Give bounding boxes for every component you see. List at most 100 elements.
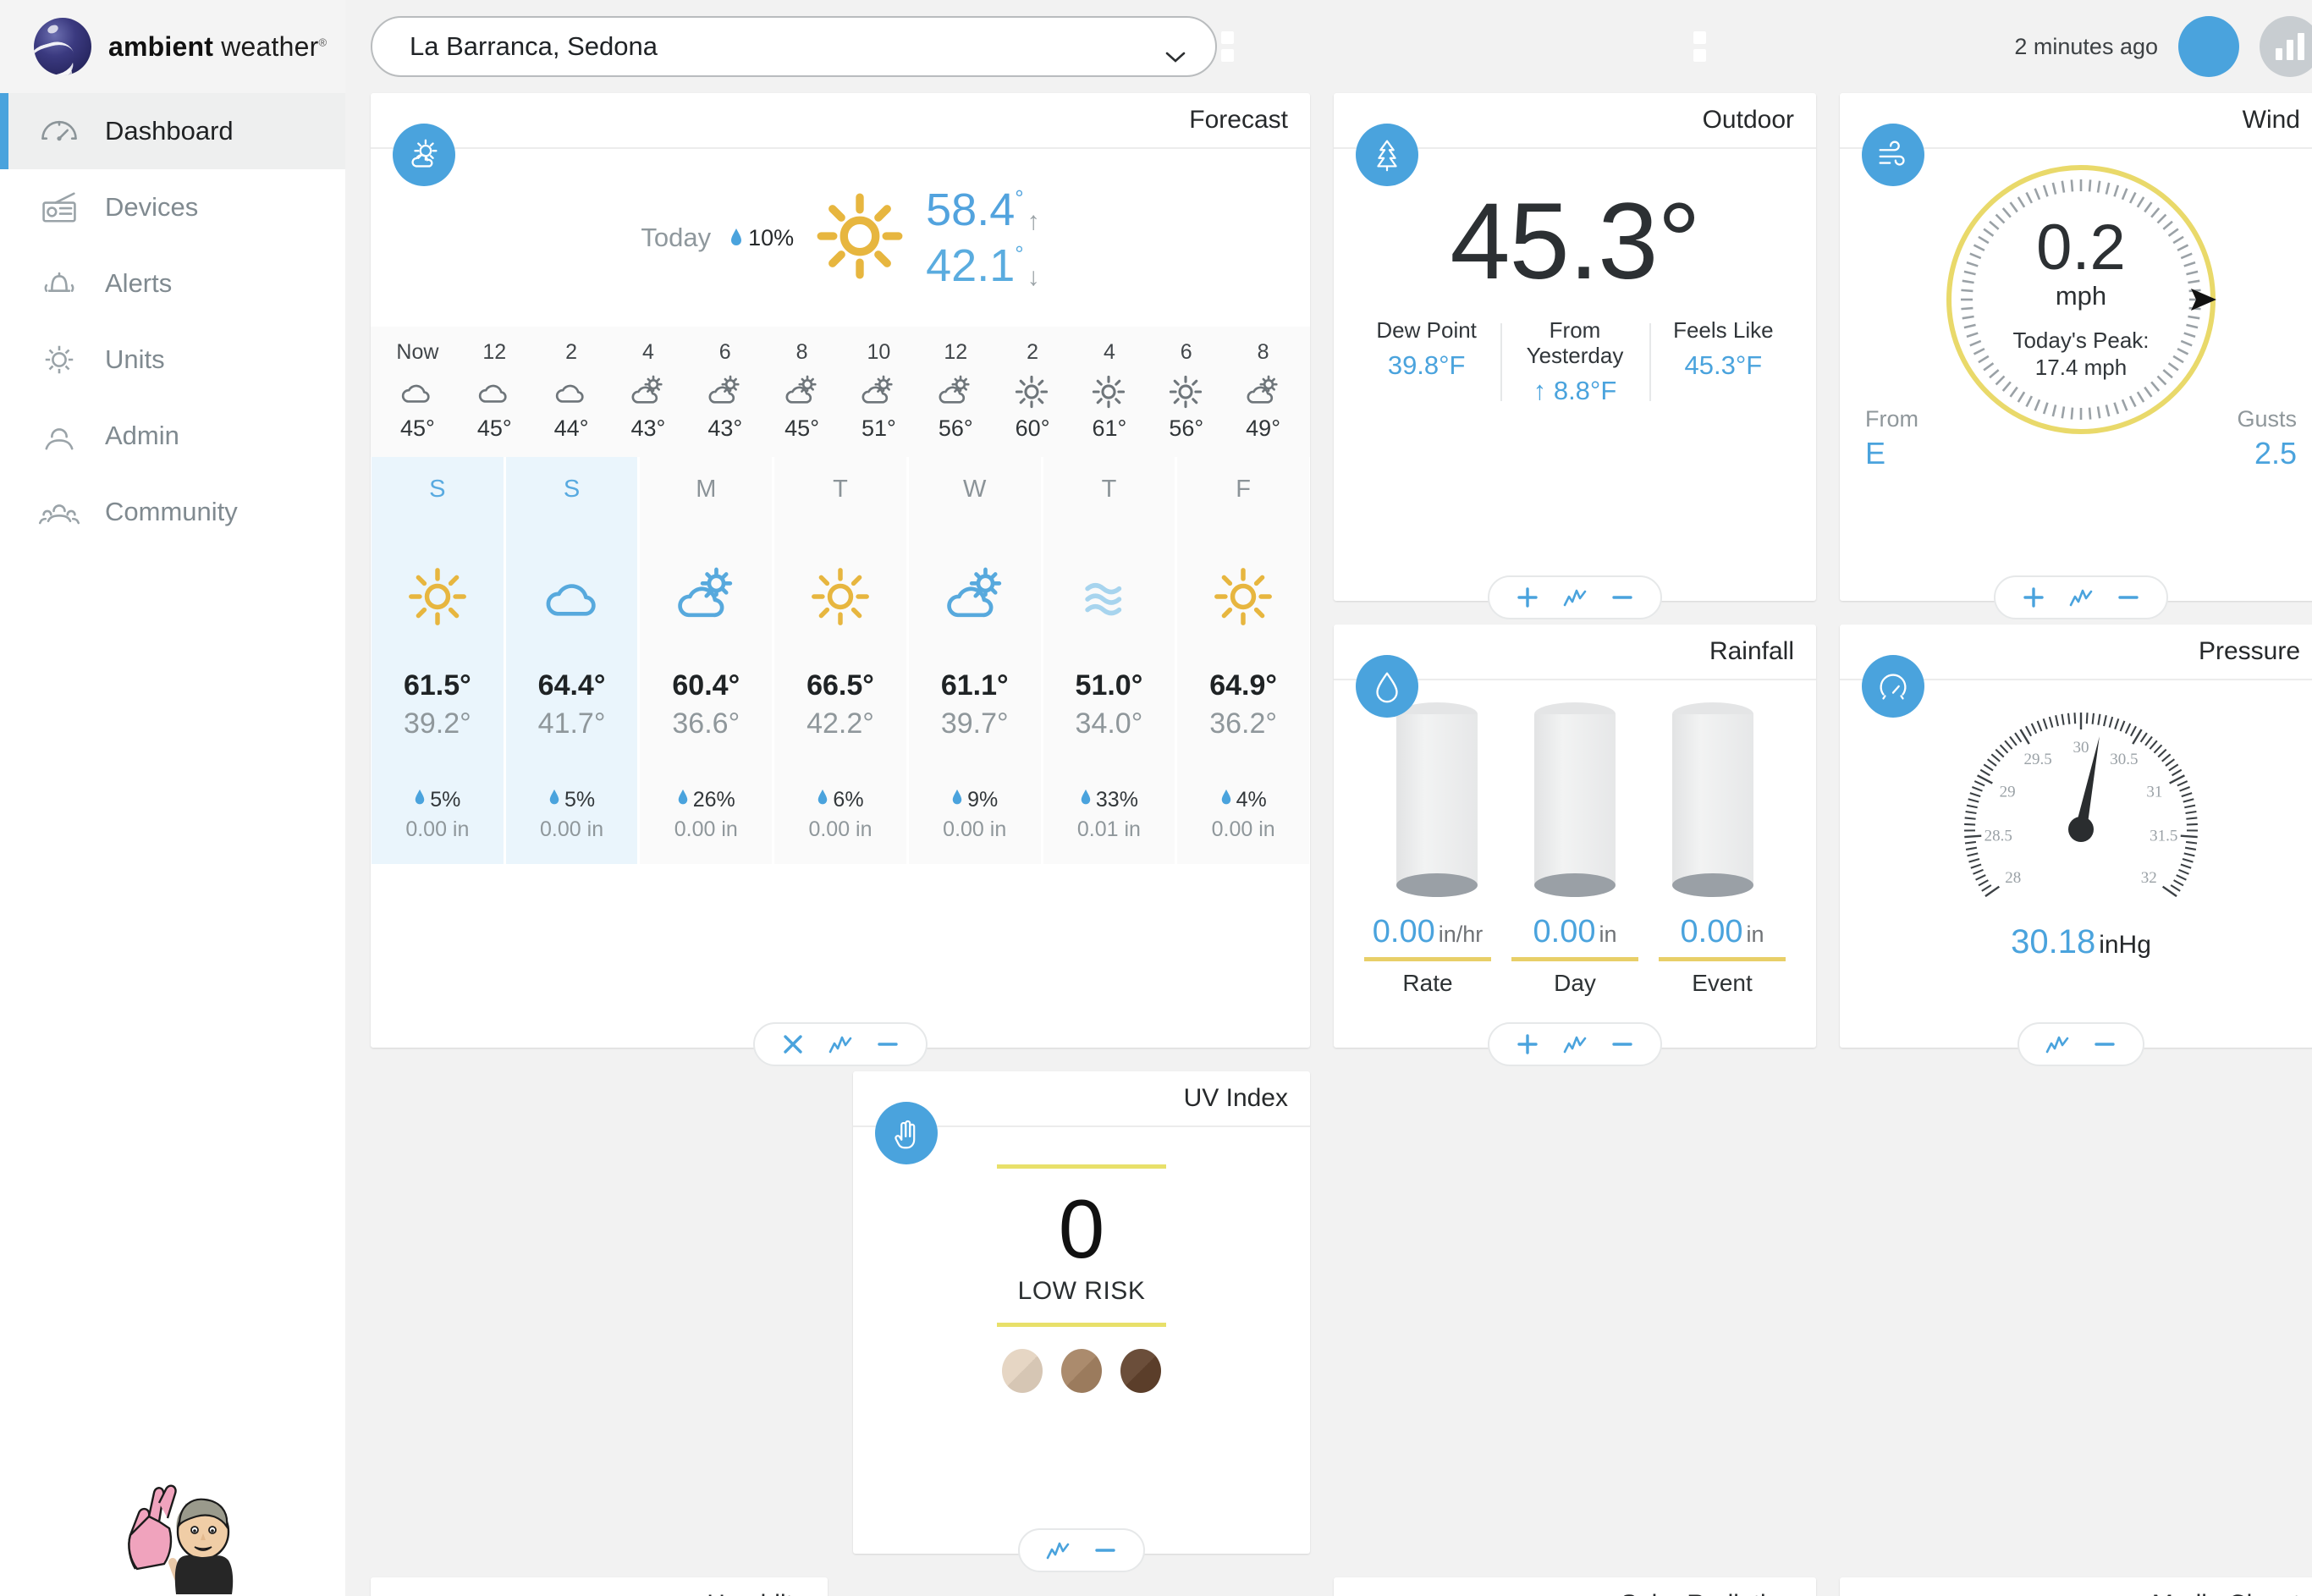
- bell-icon: [37, 261, 81, 305]
- daily-forecast-item[interactable]: S 61.5° 39.2° 5% 0.00 in: [372, 457, 504, 864]
- daily-forecast-item[interactable]: T 51.0° 34.0° 33% 0.01 in: [1043, 457, 1175, 864]
- rainfall-label: Day: [1554, 970, 1596, 996]
- forecast-today-summary: Today 10% 58.4 ° ↑ 42.1 ° ↓: [371, 149, 1310, 327]
- weather-cloud-icon: [539, 563, 605, 630]
- gauge-icon: [37, 109, 81, 153]
- daily-low: 42.2°: [806, 707, 874, 740]
- daily-day-letter: T: [833, 476, 848, 503]
- svg-text:31: 31: [2146, 784, 2162, 801]
- close-icon[interactable]: [780, 1032, 806, 1057]
- rainfall-rate: 0.00 in/hr Rate: [1354, 914, 1501, 997]
- uv-index-card-controls: [1018, 1528, 1145, 1572]
- location-select[interactable]: La Barranca, Sedona: [371, 16, 1217, 77]
- daily-day-letter: S: [429, 476, 446, 503]
- topbar: La Barranca, Sedona 2 minutes ago: [371, 0, 2312, 93]
- wind-icon: [1862, 124, 1924, 186]
- minus-icon[interactable]: [1610, 585, 1635, 610]
- droplet-icon: [1356, 655, 1418, 718]
- tree-icon: [1356, 124, 1418, 186]
- hourly-forecast-item: Now 45°: [379, 340, 456, 442]
- plus-icon[interactable]: [1515, 585, 1540, 610]
- chart-line-icon[interactable]: [1045, 1538, 1071, 1563]
- daily-day-letter: T: [1101, 476, 1117, 503]
- hourly-temp: 60°: [1015, 416, 1050, 441]
- brand-trademark: ®: [318, 35, 328, 48]
- sidebar-nav: Dashboard Devices Alerts Units Admin Com…: [0, 93, 345, 550]
- rainfall-underline: [1364, 957, 1491, 961]
- metric-label: Feels Like: [1673, 317, 1774, 343]
- radio-icon: [37, 185, 81, 229]
- sidebar-item-community[interactable]: Community: [0, 474, 345, 550]
- chevron-down-icon: [1164, 40, 1186, 63]
- degree-symbol: °: [1015, 241, 1024, 267]
- forecast-today-hilo: 58.4 ° ↑ 42.1 ° ↓: [926, 184, 1040, 292]
- svg-text:32: 32: [2141, 869, 2157, 887]
- hourly-forecast-item: 4 61°: [1071, 340, 1148, 442]
- hourly-forecast-item: 8 45°: [763, 340, 840, 442]
- sidebar-item-devices[interactable]: Devices: [0, 169, 345, 245]
- minus-icon[interactable]: [2092, 1032, 2117, 1057]
- sidebar-item-label: Admin: [105, 421, 179, 450]
- humidity-card: Humidity 81% From Yesterday ↓ 18%: [371, 1577, 828, 1596]
- chart-line-icon[interactable]: [828, 1032, 853, 1057]
- plus-icon[interactable]: [2021, 585, 2046, 610]
- daily-day-letter: F: [1236, 476, 1251, 503]
- hourly-forecast-item: 2 44°: [533, 340, 610, 442]
- daily-forecast-item[interactable]: M 60.4° 36.6° 26% 0.00 in: [640, 457, 773, 864]
- daily-low: 36.6°: [672, 707, 740, 740]
- daily-forecast-item[interactable]: S 64.4° 41.7° 5% 0.00 in: [505, 457, 638, 864]
- chart-line-icon[interactable]: [2068, 585, 2094, 610]
- chart-view-button[interactable]: [2260, 16, 2312, 77]
- weather-partly-icon: [942, 563, 1008, 630]
- minus-icon[interactable]: [2116, 585, 2141, 610]
- rain-gauge-cylinder: [1395, 702, 1478, 897]
- uv-rule-top: [997, 1164, 1166, 1169]
- weather-sun-icon: [1210, 563, 1276, 630]
- sidebar-item-units[interactable]: Units: [0, 322, 345, 398]
- minus-icon[interactable]: [875, 1032, 900, 1057]
- daily-forecast-strip: S 61.5° 39.2° 5% 0.00 in S 64.4° 41.7° 5%…: [371, 457, 1310, 864]
- uv-rule-bottom: [997, 1323, 1166, 1327]
- wind-dial: 0.2 mph Today's Peak: 17.4 mph: [1937, 156, 2225, 443]
- grid-view-button[interactable]: [1221, 16, 2239, 77]
- hourly-temp: 45°: [476, 416, 512, 441]
- daily-precip-amount: 0.00 in: [1211, 817, 1275, 841]
- daily-forecast-item[interactable]: W 61.1° 39.7° 9% 0.00 in: [908, 457, 1041, 864]
- chart-line-icon[interactable]: [2045, 1032, 2070, 1057]
- hourly-time: 8: [795, 340, 808, 364]
- hourly-forecast-item: 12 56°: [917, 340, 994, 442]
- hourly-temp: 45°: [784, 416, 819, 441]
- wind-from-value: E: [1865, 436, 1886, 471]
- daily-forecast-item[interactable]: F 64.9° 36.2° 4% 0.00 in: [1177, 457, 1309, 864]
- minus-icon[interactable]: [1610, 1032, 1635, 1057]
- chart-line-icon[interactable]: [1562, 1032, 1588, 1057]
- daily-precip-chance: 5%: [414, 788, 460, 812]
- droplet-icon: [729, 228, 743, 248]
- daily-high: 66.5°: [806, 669, 874, 702]
- card-title: Rainfall: [1709, 637, 1794, 665]
- hourly-forecast-item: 4 43°: [610, 340, 687, 442]
- wind-gusts-label: Gusts: [2237, 406, 2297, 432]
- up-arrow-icon: ↑: [1027, 207, 1040, 235]
- sidebar-item-alerts[interactable]: Alerts: [0, 245, 345, 322]
- svg-text:28: 28: [2005, 869, 2021, 887]
- forecast-low-value: 42.1: [926, 240, 1016, 291]
- hourly-temp: 43°: [707, 416, 743, 441]
- minus-icon[interactable]: [1093, 1538, 1118, 1563]
- chart-line-icon[interactable]: [1562, 585, 1588, 610]
- weather-wind-icon: [1076, 563, 1142, 630]
- outdoor-dew-point: Dew Point 39.8°F: [1352, 317, 1500, 406]
- daily-high: 64.4°: [537, 669, 606, 702]
- daily-precip-chance: 33%: [1080, 788, 1138, 812]
- hourly-time: 6: [718, 340, 731, 364]
- sidebar-item-dashboard[interactable]: Dashboard: [0, 93, 345, 169]
- card-title: Forecast: [1189, 106, 1288, 134]
- sidebar-item-label: Community: [105, 497, 238, 526]
- avatar[interactable]: [102, 1469, 237, 1596]
- weather-partly-icon: [859, 373, 898, 407]
- daily-forecast-item[interactable]: T 66.5° 42.2° 6% 0.00 in: [774, 457, 906, 864]
- rainfall-value: 0.00: [1533, 914, 1596, 949]
- plus-icon[interactable]: [1515, 1032, 1540, 1057]
- sidebar-item-admin[interactable]: Admin: [0, 398, 345, 474]
- hourly-time: 10: [867, 340, 891, 364]
